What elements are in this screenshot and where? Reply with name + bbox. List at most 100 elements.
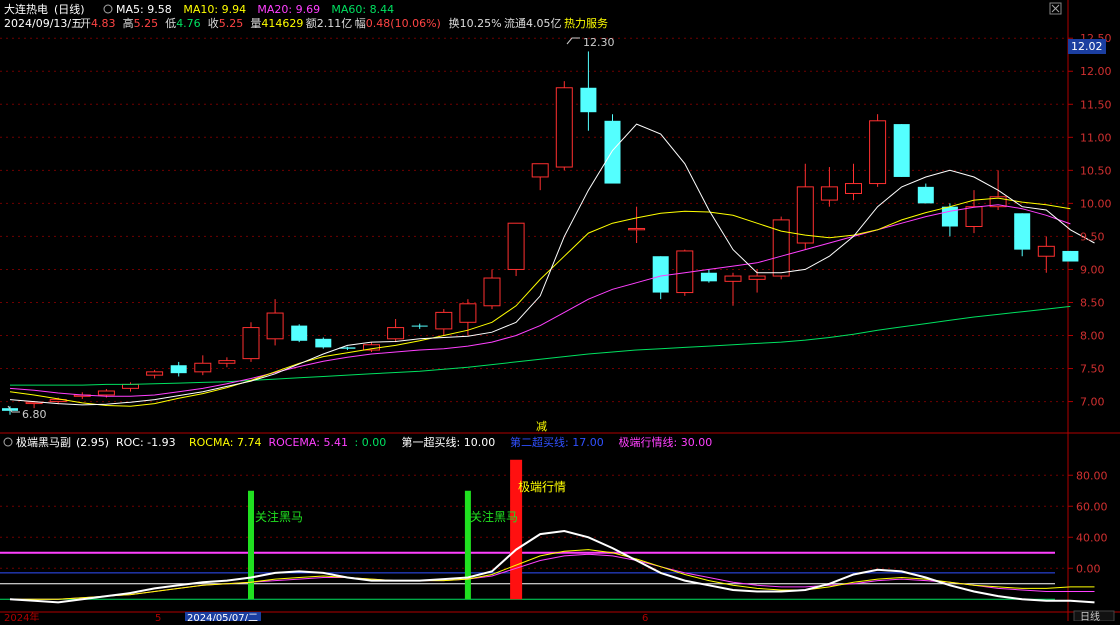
moving-averages	[9, 123, 1095, 407]
signal-label-1: 关注黑马	[255, 509, 303, 524]
candle-body-39	[941, 206, 958, 227]
candle-body-6	[146, 371, 164, 376]
candle-body-27	[652, 256, 669, 293]
candle-body-37	[893, 124, 910, 177]
candle-body-32	[772, 219, 790, 277]
date-axis-year: 2024年	[4, 611, 39, 621]
candle-body-10	[242, 327, 260, 360]
quote-item-0: 开4.83	[80, 17, 116, 30]
indicator-value-4: 第一超买线: 10.00	[402, 435, 496, 449]
candle-body-26	[628, 227, 646, 231]
price-tick-label-0: 7.00	[1080, 396, 1105, 409]
candle-body-13	[315, 338, 332, 348]
candle-body-17	[411, 325, 428, 327]
candle-body-31	[748, 275, 766, 280]
indicator-settings-icon[interactable]	[3, 437, 13, 447]
candle-body-29	[700, 272, 717, 282]
price-tick-label-3: 8.50	[1080, 296, 1105, 309]
ma60-line	[10, 305, 1071, 386]
candle-body-12	[291, 325, 308, 341]
stock-name: 大连热电	[4, 2, 48, 16]
indicator-value-1: ROCMA: 7.74	[189, 436, 262, 449]
indicator-levels	[0, 551, 1055, 600]
candle-body-16	[387, 327, 405, 340]
ma-legend-item-2: MA20: 9.69	[257, 3, 320, 16]
stock-chart-app: 7.00 7.50 8.00 8.50 9.00 9.50 10.00 10.50 11.00 1…	[0, 0, 1120, 624]
ma5-line	[9, 123, 1095, 406]
candle-body-25	[604, 120, 621, 184]
date-cursor-label: 2024/05/07/二	[187, 613, 258, 621]
candle-body-35	[845, 183, 862, 194]
candle-body-40	[965, 206, 983, 227]
price-tick-label-2: 8.00	[1080, 330, 1105, 343]
candle-body-43	[1037, 245, 1055, 257]
roc-line	[9, 529, 1095, 604]
signal-label-2: 关注黑马	[470, 509, 518, 524]
indicator-axis: 0.00 40.00 60.00 80.00	[1068, 469, 1108, 575]
ma-legend-item-3: MA60: 8.44	[331, 3, 394, 16]
price-tick-label-1: 7.50	[1080, 363, 1105, 376]
svg-text:12.30: 12.30	[583, 36, 615, 49]
chart-canvas: 7.00 7.50 8.00 8.50 9.00 9.50 10.00 10.50 11.00 1…	[0, 0, 1120, 624]
ma20-line	[9, 204, 1071, 397]
indicator-tick-label-0: 0.00	[1076, 562, 1101, 575]
indicator-name: 极端黑马副	[16, 435, 71, 449]
price-tick-label-9: 11.50	[1080, 98, 1112, 111]
candle-body-20	[483, 277, 501, 307]
signal-bar-1	[464, 490, 471, 600]
quote-item-8: 流通4.05亿	[504, 16, 562, 30]
price-axis: 7.00 7.50 8.00 8.50 9.00 9.50 10.00 10.50 11.00 1…	[1068, 32, 1112, 409]
signal-bar-0	[248, 490, 254, 600]
close-icon[interactable]	[1049, 2, 1062, 15]
date-axis-month-6: 6	[642, 613, 648, 621]
price-tick-label-10: 12.00	[1080, 65, 1112, 78]
indicator-value-5: 第二超买线: 17.00	[510, 435, 604, 449]
svg-text:6.80: 6.80	[22, 408, 47, 421]
candle-body-34	[820, 186, 838, 201]
indicator-values: ROC: -1.93 ROCMA: 7.74 ROCEMA: 5.41: 0.00 第…	[116, 435, 712, 449]
chart-settings-icon[interactable]	[103, 4, 113, 14]
rocema-line	[10, 553, 1095, 600]
quote-item-1: 高5.25	[123, 16, 159, 30]
indicator-lines	[9, 529, 1095, 604]
signal-label-3: 极端行情	[518, 480, 566, 494]
quote-item-3: 收5.25	[208, 16, 244, 30]
candle-body-38	[917, 186, 934, 204]
quote-item-5: 额2.11亿	[306, 17, 353, 30]
indicator-value-0: ROC: -1.93	[116, 436, 176, 449]
date-label: 2024/09/13/五	[4, 17, 82, 30]
candle-body-9	[218, 360, 236, 364]
current-price-label: 12.02	[1071, 40, 1103, 53]
ma-legend-item-1: MA10: 9.94	[183, 3, 246, 16]
candle-body-42	[1014, 213, 1031, 250]
quote-items: 开4.83 高5.25 低4.76 收5.25 量414629 额2.11亿 幅0.48(1…	[80, 16, 608, 30]
high-marker: 12.30	[566, 36, 615, 49]
price-tick-label-8: 11.00	[1080, 131, 1112, 144]
candle-body-23	[555, 87, 573, 168]
indicator-value-6: 极端行情线: 30.00	[619, 435, 713, 449]
jian-marker: 减	[536, 420, 547, 433]
quote-item-2: 低4.76	[165, 17, 201, 30]
rocma-line	[10, 549, 1095, 600]
candle-body-21	[507, 222, 525, 270]
candle-body-19	[459, 303, 477, 323]
quote-item-6: 幅0.48(10.06%)	[355, 17, 441, 30]
price-tick-label-6: 10.00	[1080, 197, 1112, 210]
quote-item-9: 热力服务	[564, 17, 608, 30]
period-button-label: 日线	[1080, 610, 1100, 621]
candle-body-30	[724, 275, 742, 282]
candle-body-5	[122, 383, 139, 389]
indicator-tick-label-1: 40.00	[1076, 531, 1108, 544]
quote-item-4: 量414629	[250, 17, 303, 30]
candle-body-44	[1062, 250, 1079, 262]
indicator-tick-label-3: 80.00	[1076, 469, 1108, 482]
candle-body-8	[194, 362, 212, 373]
candle-body-4	[97, 390, 115, 396]
price-tick-label-5: 9.50	[1080, 230, 1105, 243]
candlesticks	[2, 51, 1079, 415]
indicator-value-2: ROCEMA: 5.41	[269, 436, 348, 449]
candle-body-11	[266, 312, 284, 340]
candle-body-24	[580, 87, 597, 113]
main-grid	[0, 37, 1068, 403]
candle-body-36	[869, 120, 887, 185]
